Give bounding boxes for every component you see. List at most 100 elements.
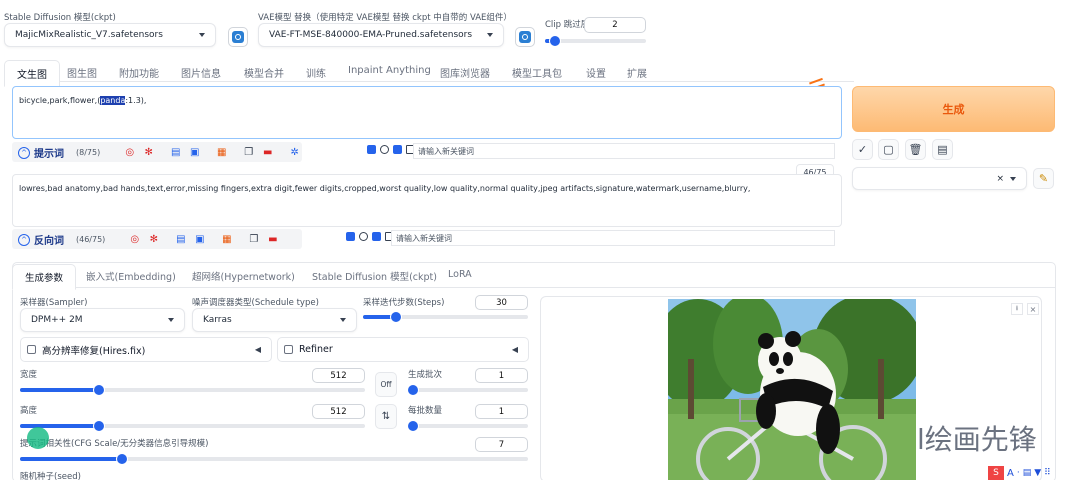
width-slider[interactable] bbox=[20, 385, 365, 395]
batch-count-input[interactable]: 1 bbox=[475, 368, 528, 383]
image-icon[interactable]: ▦ bbox=[214, 145, 229, 160]
ckpt-select[interactable]: MajicMixRealistic_V7.safetensors bbox=[4, 23, 216, 47]
download-icon[interactable]: ⭳ bbox=[1011, 303, 1023, 315]
tab-merge[interactable]: 模型合并 bbox=[244, 65, 284, 80]
collapse-up-icon[interactable]: ^ bbox=[18, 146, 30, 159]
subtab-lora[interactable]: LoRA bbox=[448, 269, 472, 280]
clock-icon[interactable] bbox=[380, 145, 389, 154]
cfg-slider[interactable] bbox=[20, 454, 528, 464]
slider-handle[interactable] bbox=[391, 312, 401, 322]
sampler-select[interactable]: DPM++ 2M bbox=[20, 308, 185, 332]
clear-icon[interactable]: × bbox=[996, 174, 1004, 184]
bookmark-icon[interactable]: ▣ bbox=[187, 145, 202, 160]
prompt-text-before: bicycle,park,flower,( bbox=[19, 96, 101, 105]
keyboard-icon[interactable]: ▤ bbox=[1023, 468, 1032, 478]
subtab-ckpt[interactable]: Stable Diffusion 模型(ckpt) bbox=[312, 269, 437, 283]
checkbox-icon[interactable] bbox=[372, 232, 381, 241]
vae-select[interactable]: VAE-FT-MSE-840000-EMA-Pruned.safetensors bbox=[258, 23, 504, 47]
slider-handle[interactable] bbox=[550, 36, 561, 46]
collapse-up-icon[interactable]: ^ bbox=[18, 233, 30, 246]
checkbox-icon[interactable] bbox=[346, 232, 355, 241]
swap-dimensions-button[interactable]: ⇅ bbox=[375, 404, 397, 429]
refiner-accordion[interactable]: Refiner ◀ bbox=[277, 337, 529, 362]
prompt-label: 提示词 bbox=[34, 149, 64, 160]
refresh-vae-button[interactable] bbox=[515, 27, 535, 47]
gear-icon[interactable]: ✻ bbox=[146, 232, 161, 247]
grid-icon[interactable]: ⠿ bbox=[1044, 468, 1051, 478]
clipboard-button[interactable]: ▤ bbox=[932, 139, 953, 160]
bookmark-icon[interactable]: ▣ bbox=[192, 232, 207, 247]
expand-left-icon: ◀ bbox=[511, 345, 518, 354]
slider-handle[interactable] bbox=[116, 454, 127, 464]
batch-size-slider[interactable] bbox=[408, 421, 528, 431]
tab-txt2img[interactable]: 文生图 bbox=[4, 60, 60, 87]
check-icon: ✓ bbox=[857, 143, 868, 156]
close-icon[interactable]: × bbox=[1027, 303, 1039, 315]
copy-icon[interactable]: ❐ bbox=[246, 232, 261, 247]
slider-handle[interactable] bbox=[408, 385, 418, 395]
tab-train[interactable]: 训练 bbox=[306, 65, 326, 80]
clip-skip-slider[interactable] bbox=[545, 36, 646, 46]
batch-count-slider[interactable] bbox=[408, 385, 528, 395]
negative-label: 反向词 bbox=[34, 236, 64, 247]
subtab-hypernetwork[interactable]: 超网络(Hypernetwork) bbox=[192, 269, 295, 283]
apply-styles-button[interactable]: ✓ bbox=[852, 139, 873, 160]
tab-img2img[interactable]: 图生图 bbox=[67, 65, 97, 80]
hires-checkbox[interactable] bbox=[27, 345, 36, 354]
refiner-checkbox[interactable] bbox=[284, 345, 293, 354]
paste-button[interactable]: ▢ bbox=[878, 139, 899, 160]
checkbox-icon[interactable] bbox=[393, 145, 402, 154]
globe-icon[interactable]: ◎ bbox=[127, 232, 142, 247]
tab-inpaint-anything[interactable]: Inpaint Anything bbox=[348, 65, 431, 76]
chevron-down-icon bbox=[340, 318, 346, 322]
gear-icon[interactable]: ✻ bbox=[141, 145, 156, 160]
swap-icon: ⇅ bbox=[381, 411, 391, 422]
prompt-keyword-input[interactable]: 请输入新关键词 bbox=[413, 143, 835, 159]
image-icon[interactable]: ▦ bbox=[219, 232, 234, 247]
shirt-icon[interactable]: ▼ bbox=[1034, 468, 1041, 478]
tab-model-toolkit[interactable]: 模型工具包 bbox=[512, 65, 562, 80]
tab-gallery[interactable]: 图库浏览器 bbox=[440, 65, 490, 80]
checkbox-icon[interactable] bbox=[367, 145, 376, 154]
prompt-textarea[interactable]: bicycle,park,flower,(panda:1.3), bbox=[12, 86, 842, 139]
subtab-generation[interactable]: 生成参数 bbox=[12, 264, 77, 290]
negative-keyword-input[interactable]: 请输入新关键词 bbox=[391, 230, 835, 246]
schedule-select[interactable]: Karras bbox=[192, 308, 357, 332]
file-icon[interactable]: ▤ bbox=[168, 145, 183, 160]
language-icon[interactable]: A bbox=[1007, 468, 1014, 479]
generated-image[interactable] bbox=[668, 299, 916, 480]
copy-icon[interactable]: ❐ bbox=[241, 145, 256, 160]
edit-styles-button[interactable]: ✎ bbox=[1033, 168, 1054, 189]
hires-fix-accordion[interactable]: 高分辨率修复(Hires.fix) ◀ bbox=[20, 337, 272, 362]
trash-icon[interactable]: ▬ bbox=[260, 145, 275, 160]
steps-input[interactable]: 30 bbox=[475, 295, 528, 310]
settings-icon[interactable]: ✲ bbox=[287, 145, 302, 160]
tab-settings[interactable]: 设置 bbox=[586, 65, 606, 80]
negative-prompt-textarea[interactable]: lowres,bad anatomy,bad hands,text,error,… bbox=[12, 174, 842, 227]
clear-button[interactable]: 🗑 bbox=[905, 139, 926, 160]
cfg-input[interactable]: 7 bbox=[475, 437, 528, 452]
height-label: 高度 bbox=[20, 406, 38, 416]
batch-size-input[interactable]: 1 bbox=[475, 404, 528, 419]
slider-handle[interactable] bbox=[408, 421, 418, 431]
dot-icon[interactable]: · bbox=[1017, 468, 1020, 478]
clock-icon[interactable] bbox=[359, 232, 368, 241]
tab-extensions[interactable]: 扩展 bbox=[627, 65, 647, 80]
clip-skip-input[interactable]: 2 bbox=[584, 17, 646, 33]
aspect-lock-button[interactable]: Off bbox=[375, 372, 397, 397]
subtab-embedding[interactable]: 嵌入式(Embedding) bbox=[86, 269, 176, 283]
globe-icon[interactable]: ◎ bbox=[122, 145, 137, 160]
file-icon[interactable]: ▤ bbox=[173, 232, 188, 247]
tab-extras[interactable]: 附加功能 bbox=[119, 65, 159, 80]
trash-icon[interactable]: ▬ bbox=[265, 232, 280, 247]
chevron-down-icon bbox=[199, 33, 205, 37]
generate-button[interactable]: 生成 bbox=[852, 86, 1055, 132]
input-method-icon[interactable]: S bbox=[988, 466, 1004, 480]
styles-select[interactable]: × bbox=[852, 167, 1027, 190]
tab-png-info[interactable]: 图片信息 bbox=[181, 65, 221, 80]
refresh-ckpt-button[interactable] bbox=[228, 27, 248, 47]
width-input[interactable]: 512 bbox=[312, 368, 365, 383]
height-slider[interactable] bbox=[20, 421, 365, 431]
steps-slider[interactable] bbox=[363, 312, 528, 322]
height-input[interactable]: 512 bbox=[312, 404, 365, 419]
